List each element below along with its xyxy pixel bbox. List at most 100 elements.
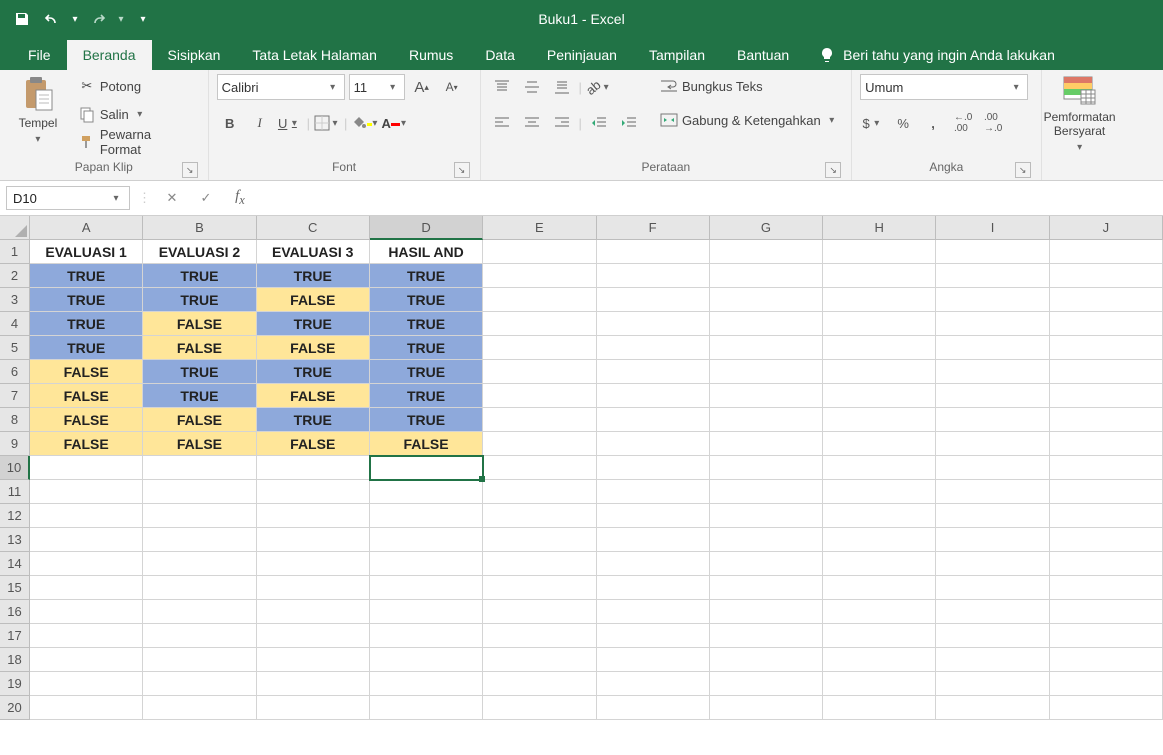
cell-A14[interactable]	[30, 552, 143, 576]
cell-E2[interactable]	[483, 264, 596, 288]
cell-B19[interactable]	[143, 672, 256, 696]
cell-J17[interactable]	[1050, 624, 1163, 648]
cell-H1[interactable]	[823, 240, 936, 264]
cell-C19[interactable]	[257, 672, 370, 696]
row-header-5[interactable]: 5	[0, 336, 30, 360]
cell-A1[interactable]: EVALUASI 1	[30, 240, 143, 264]
cell-D5[interactable]: TRUE	[370, 336, 483, 360]
cell-I10[interactable]	[936, 456, 1049, 480]
cell-F7[interactable]	[597, 384, 710, 408]
cell-E7[interactable]	[483, 384, 596, 408]
cell-C4[interactable]: TRUE	[257, 312, 370, 336]
cell-D18[interactable]	[370, 648, 483, 672]
cell-J10[interactable]	[1050, 456, 1163, 480]
cell-B11[interactable]	[143, 480, 256, 504]
cell-B6[interactable]: TRUE	[143, 360, 256, 384]
cell-C16[interactable]	[257, 600, 370, 624]
cell-H12[interactable]	[823, 504, 936, 528]
cell-C18[interactable]	[257, 648, 370, 672]
cell-A18[interactable]	[30, 648, 143, 672]
cell-B3[interactable]: TRUE	[143, 288, 256, 312]
cell-I20[interactable]	[936, 696, 1049, 720]
cell-F11[interactable]	[597, 480, 710, 504]
cell-B4[interactable]: FALSE	[143, 312, 256, 336]
cell-H15[interactable]	[823, 576, 936, 600]
cell-C6[interactable]: TRUE	[257, 360, 370, 384]
align-left-button[interactable]	[489, 110, 515, 136]
name-box[interactable]: D10▾	[6, 186, 130, 210]
dialog-launcher[interactable]: ↘	[182, 162, 198, 178]
tab-beranda[interactable]: Beranda	[67, 40, 152, 70]
cell-E20[interactable]	[483, 696, 596, 720]
cell-E17[interactable]	[483, 624, 596, 648]
tab-peninjauan[interactable]: Peninjauan	[531, 40, 633, 70]
cell-F2[interactable]	[597, 264, 710, 288]
cell-E3[interactable]	[483, 288, 596, 312]
cell-F17[interactable]	[597, 624, 710, 648]
borders-button[interactable]: ▾	[314, 110, 340, 136]
cell-E15[interactable]	[483, 576, 596, 600]
copy-button[interactable]: Salin ▾	[74, 102, 200, 126]
cell-H8[interactable]	[823, 408, 936, 432]
cell-F18[interactable]	[597, 648, 710, 672]
select-all-corner[interactable]	[0, 216, 30, 240]
cell-E6[interactable]	[483, 360, 596, 384]
cell-F14[interactable]	[597, 552, 710, 576]
row-header-8[interactable]: 8	[0, 408, 30, 432]
cell-H20[interactable]	[823, 696, 936, 720]
row-header-15[interactable]: 15	[0, 576, 30, 600]
cell-B1[interactable]: EVALUASI 2	[143, 240, 256, 264]
cell-G19[interactable]	[710, 672, 823, 696]
cell-D1[interactable]: HASIL AND	[370, 240, 483, 264]
cell-H2[interactable]	[823, 264, 936, 288]
cell-J9[interactable]	[1050, 432, 1163, 456]
cell-F12[interactable]	[597, 504, 710, 528]
cell-C3[interactable]: FALSE	[257, 288, 370, 312]
cell-A15[interactable]	[30, 576, 143, 600]
cell-I1[interactable]	[936, 240, 1049, 264]
cell-G5[interactable]	[710, 336, 823, 360]
cell-G2[interactable]	[710, 264, 823, 288]
cut-button[interactable]: ✂ Potong	[74, 74, 200, 98]
underline-button[interactable]: U▾	[277, 110, 303, 136]
cell-F15[interactable]	[597, 576, 710, 600]
cell-A19[interactable]	[30, 672, 143, 696]
cell-C11[interactable]	[257, 480, 370, 504]
cell-E16[interactable]	[483, 600, 596, 624]
cell-J19[interactable]	[1050, 672, 1163, 696]
merge-center-button[interactable]: Gabung & Ketengahkan ▾	[656, 108, 843, 132]
col-header-F[interactable]: F	[597, 216, 710, 240]
cell-B9[interactable]: FALSE	[143, 432, 256, 456]
cell-H13[interactable]	[823, 528, 936, 552]
cell-I2[interactable]	[936, 264, 1049, 288]
align-top-button[interactable]	[489, 74, 515, 100]
font-size-combo[interactable]: 11▾	[349, 74, 405, 100]
cell-I14[interactable]	[936, 552, 1049, 576]
tell-me-search[interactable]: Beri tahu yang ingin Anda lakukan	[805, 40, 1069, 70]
cell-I8[interactable]	[936, 408, 1049, 432]
cell-J18[interactable]	[1050, 648, 1163, 672]
cell-I12[interactable]	[936, 504, 1049, 528]
paste-button[interactable]: Tempel ▾	[8, 74, 68, 147]
cell-G17[interactable]	[710, 624, 823, 648]
cell-J20[interactable]	[1050, 696, 1163, 720]
row-header-10[interactable]: 10	[0, 456, 30, 480]
cell-C7[interactable]: FALSE	[257, 384, 370, 408]
cell-D20[interactable]	[370, 696, 483, 720]
cell-I17[interactable]	[936, 624, 1049, 648]
row-header-14[interactable]: 14	[0, 552, 30, 576]
cell-J14[interactable]	[1050, 552, 1163, 576]
tab-data[interactable]: Data	[469, 40, 531, 70]
cell-G14[interactable]	[710, 552, 823, 576]
cell-B18[interactable]	[143, 648, 256, 672]
cell-I13[interactable]	[936, 528, 1049, 552]
increase-decimal-button[interactable]: ←.0.00	[950, 110, 976, 136]
cell-H17[interactable]	[823, 624, 936, 648]
cell-I9[interactable]	[936, 432, 1049, 456]
cell-A3[interactable]: TRUE	[30, 288, 143, 312]
cell-H7[interactable]	[823, 384, 936, 408]
cell-H4[interactable]	[823, 312, 936, 336]
cell-E18[interactable]	[483, 648, 596, 672]
row-header-19[interactable]: 19	[0, 672, 30, 696]
col-header-E[interactable]: E	[483, 216, 596, 240]
